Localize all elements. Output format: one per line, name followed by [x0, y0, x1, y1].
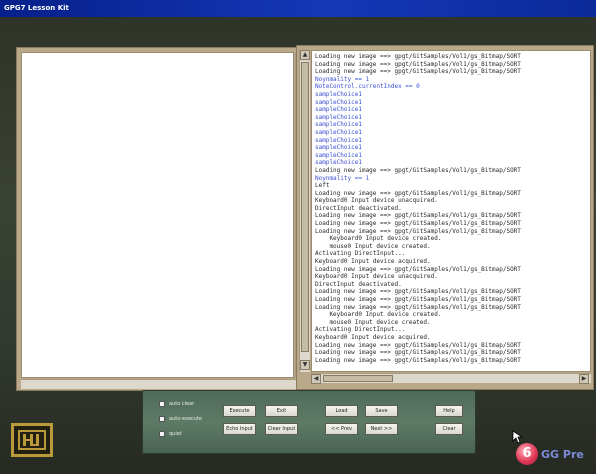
log-line: Keyboard0 Input device unacquired. — [315, 273, 438, 281]
save-button[interactable]: Save — [365, 405, 398, 417]
log-line: Noynmality == 1 — [315, 174, 370, 182]
log-line: sampleChoice1 — [315, 136, 362, 144]
checkbox-box[interactable] — [159, 431, 165, 437]
log-line: sampleChoice1 — [315, 144, 362, 152]
gg-circle-icon: 6 — [516, 443, 538, 465]
gg-logo-text: GG Pre — [541, 448, 584, 461]
log-line: DirectInput deactivated. — [315, 204, 402, 212]
gg-logo-icon: 6 GG Pre — [516, 441, 596, 471]
log-panel: ▲ ▼ Loading new image ==> gpgt/GitSample… — [296, 45, 594, 390]
window-title-bar: GPG7 Lesson Kit — [0, 0, 596, 17]
scroll-thumb[interactable] — [301, 62, 309, 352]
log-line: Loading new image ==> gpgt/GitSamples/Vo… — [315, 227, 521, 235]
next-button[interactable]: Next >> — [365, 423, 398, 435]
log-line: NoteControl.currentIndex == 0 — [315, 83, 420, 91]
log-line: Loading new image ==> gpgt/GitSamples/Vo… — [315, 60, 521, 68]
log-line: DirectInput deactivated. — [315, 280, 402, 288]
log-line: Loading new image ==> gpgt/GitSamples/Vo… — [315, 303, 521, 311]
checkbox-label: auto-execute — [169, 416, 202, 422]
log-line: Loading new image ==> gpgt/GitSamples/Vo… — [315, 349, 521, 357]
echo-input-button[interactable]: Echo Input — [223, 423, 256, 435]
checkbox-auto-execute[interactable]: auto-execute — [159, 414, 202, 424]
log-output: Loading new image ==> gpgt/GitSamples/Vo… — [311, 50, 591, 372]
log-line: Loading new image ==> gpgt/GitSamples/Vo… — [315, 212, 521, 220]
workspace: ▲ ▼ ▲ ▼ Loading new image ==> gpgt/GitSa… — [0, 17, 596, 474]
log-line: Keyboard0 Input device created. — [315, 311, 442, 319]
log-line: Loading new image ==> gpgt/GitSamples/Vo… — [315, 356, 521, 364]
log-horizontal-scrollbar[interactable]: ◀ ▶ — [311, 373, 591, 384]
log-line: sampleChoice1 — [315, 106, 362, 114]
scroll-down-icon[interactable]: ▼ — [300, 360, 310, 370]
input-horizontal-scrollbar[interactable] — [21, 379, 306, 389]
exit-button[interactable]: Exit — [265, 405, 298, 417]
logo-stroke — [32, 444, 39, 446]
log-line: Loading new image ==> gpgt/GitSamples/Vo… — [315, 68, 521, 76]
checkbox-box[interactable] — [159, 416, 165, 422]
log-vertical-scrollbar[interactable]: ▲ ▼ — [299, 50, 310, 372]
checkbox-auto-clear[interactable]: auto clear — [159, 399, 194, 409]
log-line: Loading new image ==> gpgt/GitSamples/Vo… — [315, 220, 521, 228]
log-line: Keyboard0 Input device unacquired. — [315, 197, 438, 205]
log-line: sampleChoice1 — [315, 151, 362, 159]
log-line: sampleChoice1 — [315, 121, 362, 129]
hj-logo-frame — [18, 430, 46, 450]
control-bar: auto clear auto-execute quiet Execute Ex… — [142, 390, 476, 454]
log-line: Activating DirectInput... — [315, 250, 406, 258]
scroll-thumb[interactable] — [323, 375, 393, 382]
log-line: Left — [315, 182, 330, 190]
log-line: Loading new image ==> gpgt/GitSamples/Vo… — [315, 53, 521, 60]
prev-button[interactable]: << Prev — [325, 423, 358, 435]
log-line: Keyboard0 Input device acquired. — [315, 258, 431, 266]
log-line: Loading new image ==> gpgt/GitSamples/Vo… — [315, 189, 521, 197]
scroll-up-icon[interactable]: ▲ — [300, 50, 310, 60]
input-panel: ▲ ▼ — [16, 47, 308, 391]
log-line: Loading new image ==> gpgt/GitSamples/Vo… — [315, 296, 521, 303]
hj-logo-icon — [11, 423, 53, 457]
log-line: sampleChoice1 — [315, 113, 362, 121]
clear-button[interactable]: Clear — [435, 423, 463, 435]
scroll-left-icon[interactable]: ◀ — [311, 374, 321, 384]
checkbox-box[interactable] — [159, 401, 165, 407]
log-line: Loading new image ==> gpgt/GitSamples/Vo… — [315, 288, 521, 296]
load-button[interactable]: Load — [325, 405, 358, 417]
scroll-right-icon[interactable]: ▶ — [579, 374, 589, 384]
input-text-area[interactable] — [21, 52, 294, 378]
window-title: GPG7 Lesson Kit — [4, 4, 69, 12]
log-line: mouse0 Input device created. — [315, 318, 431, 326]
clear-input-button[interactable]: Clear Input — [265, 423, 298, 435]
log-line: sampleChoice1 — [315, 128, 362, 136]
log-line: sampleChoice1 — [315, 159, 362, 167]
log-line: Loading new image ==> gpgt/GitSamples/Vo… — [315, 265, 521, 273]
log-line: sampleChoice1 — [315, 98, 362, 106]
log-line: Keyboard0 Input device created. — [315, 235, 442, 243]
log-line: sampleChoice1 — [315, 90, 362, 98]
log-line: Noynmality == 1 — [315, 75, 370, 83]
checkbox-quiet[interactable]: quiet — [159, 429, 182, 439]
help-button[interactable]: Help — [435, 405, 463, 417]
checkbox-label: auto clear — [169, 401, 195, 407]
execute-button[interactable]: Execute — [223, 405, 256, 417]
log-line: Loading new image ==> gpgt/GitSamples/Vo… — [315, 166, 521, 174]
log-line: Activating DirectInput... — [315, 326, 406, 334]
checkbox-label: quiet — [169, 431, 182, 437]
log-line: Loading new image ==> gpgt/GitSamples/Vo… — [315, 341, 521, 349]
log-line: Keyboard0 Input device acquired. — [315, 333, 431, 341]
log-line: mouse0 Input device created. — [315, 242, 431, 250]
